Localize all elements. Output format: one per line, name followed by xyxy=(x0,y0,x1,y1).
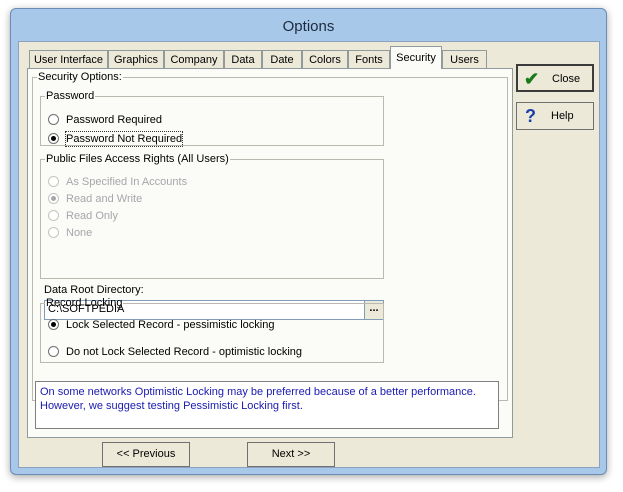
radio-label: Do not Lock Selected Record - optimistic… xyxy=(66,346,302,358)
tab-security[interactable]: Security xyxy=(390,46,442,69)
radio-label: Password Not Required xyxy=(64,131,184,147)
tab-fonts[interactable]: Fonts xyxy=(348,50,390,68)
question-icon: ? xyxy=(525,106,536,126)
options-window: Options User Interface Graphics Company … xyxy=(10,8,607,475)
tab-users[interactable]: Users xyxy=(442,50,487,68)
security-options-legend: Security Options: xyxy=(38,71,122,83)
help-button[interactable]: ? Help xyxy=(516,102,594,130)
help-button-label: Help xyxy=(551,110,574,122)
record-locking-legend: Record Locking xyxy=(46,297,123,309)
radio-indicator xyxy=(48,114,59,125)
tab-data[interactable]: Data xyxy=(224,50,262,68)
radio-indicator xyxy=(48,176,59,187)
previous-button[interactable]: << Previous xyxy=(102,442,190,467)
checkmark-icon: ✔ xyxy=(524,69,540,89)
tab-user-interface[interactable]: User Interface xyxy=(29,50,108,68)
dialog-client: User Interface Graphics Company Data Dat… xyxy=(18,41,600,468)
tab-date[interactable]: Date xyxy=(262,50,302,68)
access-rights-legend: Public Files Access Rights (All Users) xyxy=(46,153,229,165)
radio-label: Lock Selected Record - pessimistic locki… xyxy=(66,319,275,331)
close-button[interactable]: ✔ Close xyxy=(516,64,594,92)
radio-label: Read Only xyxy=(66,210,118,222)
close-button-label: Close xyxy=(552,73,581,85)
radio-indicator xyxy=(48,346,59,357)
next-button[interactable]: Next >> xyxy=(247,442,335,467)
radio-indicator xyxy=(48,210,59,221)
locking-info-text: On some networks Optimistic Locking may … xyxy=(35,381,499,429)
window-title: Options xyxy=(282,18,335,35)
radio-label: None xyxy=(66,227,93,239)
radio-indicator xyxy=(48,193,59,204)
radio-label: Password Required xyxy=(66,114,162,126)
data-root-label: Data Root Directory: xyxy=(44,284,144,296)
radio-indicator xyxy=(48,319,59,330)
radio-indicator xyxy=(48,133,59,144)
radio-label: Read and Write xyxy=(66,193,143,205)
tab-company[interactable]: Company xyxy=(164,50,224,68)
radio-label: As Specified In Accounts xyxy=(66,176,188,188)
password-legend: Password xyxy=(46,90,95,102)
tab-graphics[interactable]: Graphics xyxy=(108,50,164,68)
radio-indicator xyxy=(48,227,59,238)
tab-colors[interactable]: Colors xyxy=(302,50,348,68)
